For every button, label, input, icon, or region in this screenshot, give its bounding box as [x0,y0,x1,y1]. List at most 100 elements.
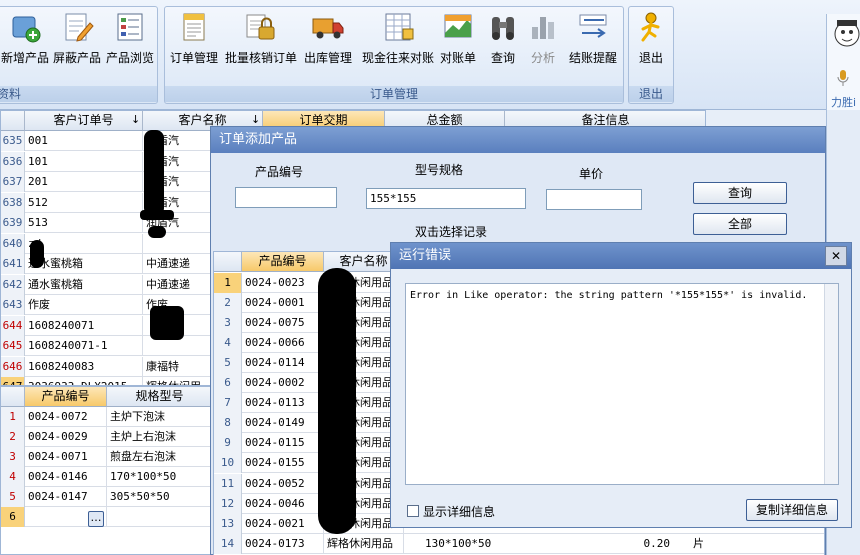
browse-product-button[interactable]: 产品浏览 [103,11,157,75]
assistant-face-icon [833,18,860,54]
table-row[interactable]: 5 0024-0147 305*50*50 [1,487,211,507]
row-number: 5 [1,487,25,507]
ribbon-group-orders-label: 订单管理 [165,86,623,102]
spec-cell [107,507,211,527]
column-header[interactable]: 规格型号 [107,387,211,407]
product-code-cell: 0024-0114 [242,353,324,374]
row-number: 4 [214,333,242,354]
table-row[interactable]: 3 0024-0071 煎盘左右泡沫 [1,447,211,467]
column-header[interactable]: 产品编号 [25,387,107,407]
product-code-cell: 0024-0115 [242,433,324,454]
ellipsis-button[interactable]: … [88,511,104,527]
arrows-icon [576,11,610,43]
query-ribbon-button[interactable]: 查询 [483,11,523,75]
product-code-cell: 0024-0072 [25,407,107,427]
order-number-cell: 001 [25,131,143,151]
product-code-cell: 0024-0052 [242,473,324,494]
row-number: 3 [1,447,25,467]
row-number: 7 [214,393,242,414]
row-number: 11 [214,473,242,494]
cash-reconcile-button[interactable]: 现金往来对账 [359,11,437,75]
binoculars-icon [486,11,520,43]
row-number: 4 [1,467,25,487]
row-number: 6 [214,373,242,394]
product-code-cell: 0024-0155 [242,453,324,474]
order-number-cell: 作废 [25,295,143,315]
batch-writeoff-button[interactable]: 批量核销订单 [223,11,299,75]
analysis-label: 分析 [530,51,555,65]
list-icon [113,11,147,43]
exit-label: 退出 [638,51,663,65]
batch-writeoff-label: 批量核销订单 [224,51,297,65]
redaction-mark [30,240,44,268]
grid-corner [214,252,242,272]
customer-name-cell: 辉格休闲用品 [324,533,404,554]
unit-price-input[interactable] [546,189,642,210]
order-number-cell: 通水蜜桃箱 [25,274,143,295]
statement-button[interactable]: 对账单 [437,11,479,75]
checkout-reminder-label: 结账提醒 [568,51,617,65]
order-number-cell: 512 [25,192,143,213]
outbound-manage-button[interactable]: 出库管理 [299,11,357,75]
error-message-box[interactable]: Error in Like operator: the string patte… [405,283,839,485]
order-manage-button[interactable]: 订单管理 [167,11,221,75]
new-product-icon [8,11,42,43]
assistant-panel: 力胜i [826,14,860,110]
row-number: 635 [1,131,25,151]
product-code-cell: 0024-0021 [242,513,324,534]
sort-arrow-icon: ↓ [251,113,261,126]
redaction-mark [144,130,164,216]
table-row[interactable]: 1 0024-0072 主炉下泡沫 [1,407,211,427]
order-number-cell: 201 [25,172,143,192]
product-code-input[interactable] [235,187,337,208]
spec-input[interactable]: 155*155 [366,188,526,209]
table-row[interactable]: 2 0024-0029 主炉上右泡沫 [1,427,211,447]
spec-cell: 305*50*50 [107,487,211,507]
exit-button[interactable]: 退出 [631,11,671,75]
error-dialog-title: 运行错误 [391,243,851,269]
sort-arrow-icon: ↓ [131,113,141,126]
query-button[interactable]: 查询 [693,182,787,204]
error-scrollbar[interactable] [824,284,838,484]
chart-image-icon [441,11,475,43]
new-product-button[interactable]: 新增产品 [0,11,51,75]
product-code-cell: 0024-0046 [242,493,324,514]
row-number: 6 [1,507,25,527]
row-number: 2 [214,293,242,314]
product-code-cell: 0024-0066 [242,333,324,354]
hide-product-label: 屏蔽产品 [52,51,101,65]
redaction-mark [150,306,184,340]
row-number: 646 [1,356,25,377]
row-number: 641 [1,254,25,274]
copy-details-button[interactable]: 复制详细信息 [746,499,838,521]
show-details-checkbox[interactable] [407,505,419,517]
ribbon-group-orders: 订单管理 批量核销订单 出库管理 现金往来对账 对账单 查询 分析 结账提醒 订… [164,6,624,104]
analysis-button[interactable]: 分析 [523,11,563,75]
column-header[interactable]: 产品编号 [242,252,324,272]
lock-icon [244,11,278,43]
outbound-manage-label: 出库管理 [303,51,352,65]
order-manage-label: 订单管理 [169,51,218,65]
row-number: 13 [214,513,242,534]
assistant-text: 力胜i [831,96,857,109]
ribbon-group-data: 新增产品 屏蔽产品 产品浏览 资料 [0,6,158,104]
row-number: 14 [214,533,242,554]
table-row[interactable]: 6 [1,507,211,527]
table-row[interactable]: 4 0024-0146 170*100*50 [1,467,211,487]
row-number: 3 [214,313,242,334]
column-header[interactable]: 客户订单号 [25,111,143,131]
row-number: 640 [1,233,25,254]
grid-corner [1,111,25,131]
ribbon-group-data-label: 资料 [0,86,157,102]
hide-product-button[interactable]: 屏蔽产品 [51,11,103,75]
product-code-cell: 0024-0023 [242,273,324,293]
checkout-reminder-button[interactable]: 结账提醒 [563,11,623,75]
order-number-cell: 513 [25,213,143,233]
product-code-cell: 0024-0002 [242,373,324,394]
show-all-button[interactable]: 全部 [693,213,787,235]
table-row[interactable]: 14 0024-0173 辉格休闲用品 130*100*50 0.20 片 [214,533,824,554]
product-code-cell: 0024-0173 [242,533,324,554]
row-number: 645 [1,336,25,356]
error-dialog: 运行错误 ✕ Error in Like operator: the strin… [390,242,852,528]
close-icon[interactable]: ✕ [825,246,847,266]
